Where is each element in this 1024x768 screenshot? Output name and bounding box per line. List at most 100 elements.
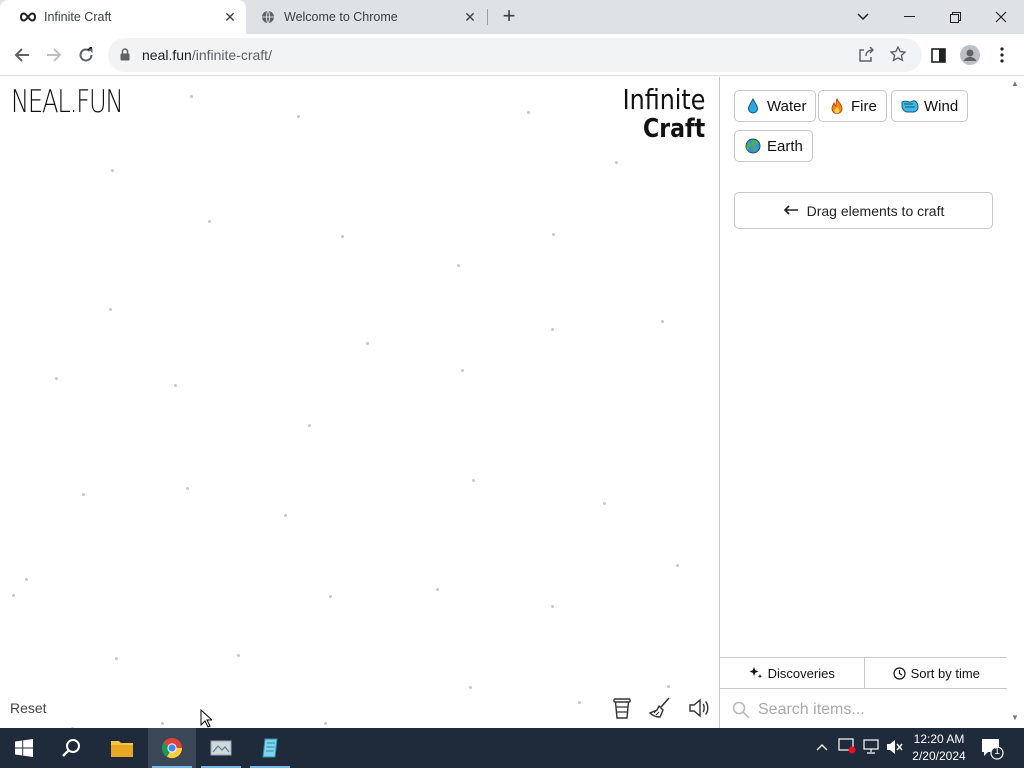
sidebar-tabs: Discoveries Sort by time	[720, 658, 1008, 689]
tab-welcome-to-chrome[interactable]: Welcome to Chrome ✕	[246, 0, 488, 34]
new-tab-button[interactable]: +	[498, 5, 520, 27]
broom-icon[interactable]	[647, 695, 673, 721]
search-icon	[732, 701, 750, 719]
browser-toolbar: neal.fun/infinite-craft/	[0, 34, 1024, 76]
sort-by-time-button[interactable]: Sort by time	[863, 658, 1009, 688]
game-logo-infinite: Infinite	[622, 83, 705, 116]
particle-dot	[111, 169, 114, 172]
particle-dot	[552, 233, 555, 236]
reset-button[interactable]: Reset	[10, 700, 47, 716]
particle-dot	[615, 161, 618, 164]
scroll-down-arrow-icon[interactable]: ▼	[1011, 713, 1019, 722]
discoveries-label: Discoveries	[767, 665, 835, 681]
sidebar-scrollbar[interactable]: ▲ ▼	[1007, 77, 1024, 728]
clock-time: 12:20 AM	[913, 732, 965, 746]
tab-divider	[487, 9, 488, 25]
tab-search-icon[interactable]	[840, 0, 886, 34]
search-taskbar-icon[interactable]	[48, 728, 96, 768]
forward-button[interactable]	[40, 41, 68, 69]
particle-dot	[284, 514, 287, 517]
close-window-button[interactable]	[978, 0, 1024, 34]
particle-dot	[115, 657, 118, 660]
close-tab-icon[interactable]: ✕	[222, 9, 238, 25]
element-earth[interactable]: Earth	[734, 130, 813, 162]
share-icon[interactable]	[858, 46, 875, 68]
arrow-left-icon	[783, 202, 799, 220]
particle-dot	[578, 701, 581, 704]
fire-icon	[828, 97, 846, 115]
close-tab-icon[interactable]: ✕	[462, 9, 478, 25]
discoveries-button[interactable]: Discoveries	[720, 658, 864, 688]
trash-icon[interactable]	[609, 695, 635, 721]
chevron-up-icon[interactable]	[816, 740, 828, 754]
system-clock[interactable]: 12:20 AM 2/20/2024	[906, 731, 972, 765]
particle-dot	[551, 328, 554, 331]
reload-button[interactable]	[72, 41, 100, 69]
minimize-button[interactable]	[886, 0, 932, 34]
particle-dot	[297, 115, 300, 118]
notification-count: 1	[994, 746, 1000, 757]
side-panel-icon[interactable]	[924, 41, 952, 69]
network-app-icon[interactable]	[197, 728, 245, 768]
notifications-icon[interactable]: 1	[980, 736, 1004, 760]
element-label: Water	[767, 97, 807, 115]
restore-button[interactable]	[932, 0, 978, 34]
element-wind[interactable]: Wind	[891, 90, 969, 122]
sound-icon[interactable]	[686, 695, 712, 721]
particle-dot	[324, 722, 327, 725]
back-button[interactable]	[8, 41, 36, 69]
particle-dot	[190, 95, 193, 98]
particle-dot	[25, 578, 28, 581]
particle-dot	[676, 564, 679, 567]
particle-dot	[237, 654, 240, 657]
file-explorer-icon[interactable]	[98, 728, 146, 768]
particle-dot	[174, 384, 177, 387]
sidebar-footer: Discoveries Sort by time	[720, 657, 1008, 728]
globe-icon	[260, 9, 276, 25]
particle-dot	[457, 264, 460, 267]
start-button[interactable]	[0, 728, 48, 768]
particle-dot	[603, 502, 606, 505]
clock-date: 2/20/2024	[912, 749, 966, 763]
url-path: /infinite-craft/	[191, 47, 272, 63]
particle-dot	[329, 595, 332, 598]
element-fire[interactable]: Fire	[818, 90, 887, 122]
particle-dot	[208, 220, 211, 223]
particle-dot	[82, 493, 85, 496]
network-tray-icon[interactable]	[862, 739, 880, 758]
items-sidebar: Water Fire Wind Earth Drag elements to c…	[719, 77, 1024, 728]
particle-dot	[161, 722, 164, 725]
particle-dot	[527, 111, 530, 114]
address-bar[interactable]: neal.fun/infinite-craft/	[108, 38, 922, 72]
sort-label: Sort by time	[910, 665, 980, 681]
notepad-app-icon[interactable]	[246, 728, 294, 768]
scroll-up-arrow-icon[interactable]: ▲	[1011, 79, 1019, 88]
element-water[interactable]: Water	[734, 90, 817, 122]
chrome-taskbar-icon[interactable]	[148, 728, 196, 768]
lock-icon[interactable]	[120, 48, 130, 66]
url-text[interactable]: neal.fun/infinite-craft/	[142, 47, 272, 63]
browser-tab-bar: Infinite Craft ✕ Welcome to Chrome ✕ +	[0, 0, 1024, 34]
site-logo[interactable]: NEAL.FUN	[11, 84, 124, 120]
tab-title: Infinite Craft	[44, 10, 112, 24]
search-input[interactable]	[758, 700, 988, 719]
tab-infinite-craft[interactable]: Infinite Craft ✕	[0, 0, 246, 34]
particle-dot	[341, 235, 344, 238]
particle-dot	[551, 605, 554, 608]
craft-canvas[interactable]: NEAL.FUN Infinite Craft Reset	[0, 77, 719, 728]
element-label: Fire	[851, 97, 877, 115]
tab-title: Welcome to Chrome	[284, 10, 398, 24]
particle-dot	[667, 685, 670, 688]
particle-dot	[55, 377, 58, 380]
bookmark-star-icon[interactable]	[889, 45, 907, 67]
url-host: neal.fun	[142, 47, 192, 63]
clock-icon	[892, 666, 906, 680]
profile-avatar[interactable]	[956, 41, 984, 69]
search-bar	[720, 690, 1008, 728]
particle-dot	[109, 308, 112, 311]
menu-kebab-icon[interactable]	[988, 41, 1016, 69]
globe-icon	[744, 137, 762, 155]
volume-muted-icon[interactable]	[886, 739, 904, 758]
particle-dot	[308, 424, 311, 427]
security-tray-icon[interactable]	[838, 738, 856, 757]
